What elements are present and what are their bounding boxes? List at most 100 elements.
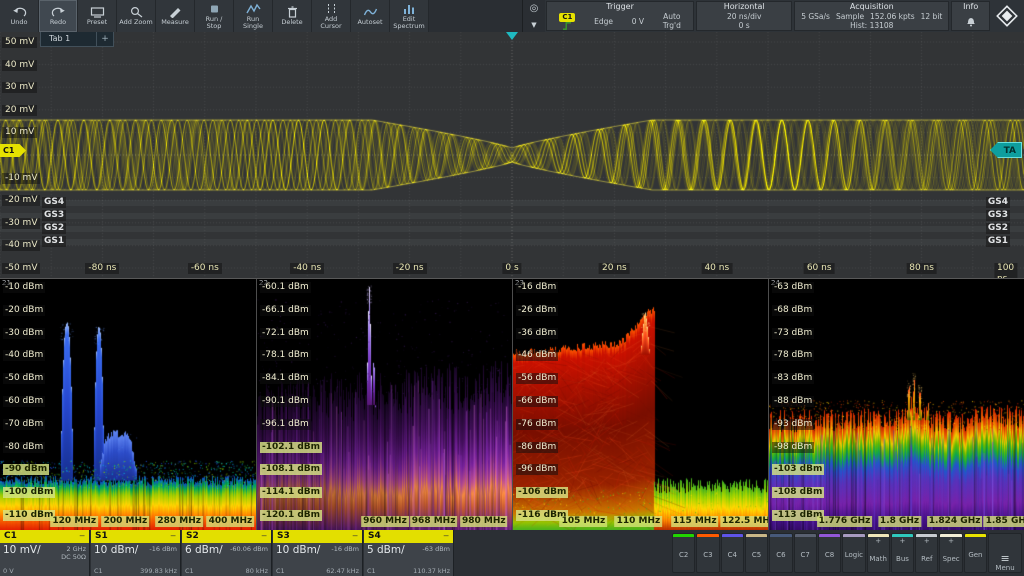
spectrum-y-label: -106 dBm xyxy=(516,487,568,498)
toolbar-button-edit-spectrum[interactable]: Edit Spectrum xyxy=(390,0,429,32)
toolbar-button-run-stop[interactable]: Run / Stop xyxy=(195,0,234,32)
minimize-icon[interactable]: ‒ xyxy=(170,530,176,543)
y-axis-label: 40 mV xyxy=(2,60,37,71)
toolbar-button-measure[interactable]: Measure xyxy=(156,0,195,32)
gate-label-gs4-right: GS4 xyxy=(986,197,1010,208)
channel-button-label: C6 xyxy=(776,537,785,572)
toolbar-button-autoset[interactable]: Autoset xyxy=(351,0,390,32)
spectrum-y-label: -78 dBm xyxy=(772,350,814,361)
spectrum-y-label: -110 dBm xyxy=(3,510,55,521)
spectrum-x-label: 1.85 GHz xyxy=(984,516,1024,527)
toolbar-button-delete[interactable]: Delete xyxy=(273,0,312,32)
toolbar-button-label: Autoset xyxy=(357,19,382,26)
channel-button-bus[interactable]: +Bus xyxy=(891,533,914,573)
signal-badge-info-line1: -16 dBm xyxy=(331,545,359,553)
toolbar-button-add-zoom[interactable]: Add Zoom xyxy=(117,0,156,32)
spectrum-y-label: -16 dBm xyxy=(516,282,558,293)
trigger-panel[interactable]: Trigger C1 Edge 0 V Auto Trg'd xyxy=(546,1,694,31)
y-axis-label: -20 mV xyxy=(2,195,40,206)
spectrum-panel-4[interactable]: 24-63 dBm-68 dBm-73 dBm-78 dBm-83 dBm-88… xyxy=(768,279,1024,531)
spectrum-panel-3[interactable]: 23-16 dBm-26 dBm-36 dBm-46 dBm-56 dBm-66… xyxy=(512,279,768,531)
info-panel[interactable]: Info xyxy=(951,1,990,31)
signal-badge-source: C1 xyxy=(185,567,194,575)
find-level-icon[interactable]: ◎ xyxy=(530,3,539,14)
channel-button-math[interactable]: +Math xyxy=(867,533,890,573)
gate-stripe xyxy=(0,226,1024,232)
spectrum-x-label: 960 MHz xyxy=(361,516,409,527)
channel-button-menu[interactable]: ≡Menu xyxy=(988,533,1022,573)
add-tab-button[interactable]: + xyxy=(97,32,114,47)
acquisition-panel[interactable]: Acquisition 5 GSa/s Sample 152.06 kpts 1… xyxy=(794,1,949,31)
channel-button-gen[interactable]: Gen xyxy=(964,533,987,573)
signal-badge-header: S1‒ xyxy=(91,530,180,543)
toolbar-button-label: Delete xyxy=(281,19,302,26)
acquisition-title: Acquisition xyxy=(795,2,948,12)
gate-label-gs3-right: GS3 xyxy=(986,210,1010,221)
trigger-expand-icon[interactable]: ▼ xyxy=(531,21,536,29)
channel-button-c5[interactable]: C5 xyxy=(745,533,768,573)
signal-badge-source: C1 xyxy=(276,567,285,575)
spectrum-panel-2[interactable]: 22-60.1 dBm-66.1 dBm-72.1 dBm-78.1 dBm-8… xyxy=(256,279,512,531)
signal-badge-c1[interactable]: C1‒10 mV/2 GHzDC 50Ω0 V xyxy=(0,530,90,576)
signal-badge-bottom: C1110.37 kHz xyxy=(367,567,450,575)
toolbar-button-run-single[interactable]: Run Single xyxy=(234,0,273,32)
channel-button-c3[interactable]: C3 xyxy=(696,533,719,573)
spectrum-icon xyxy=(402,3,417,15)
spectrum-y-label: -78.1 dBm xyxy=(260,350,311,361)
add-icon: + xyxy=(875,537,881,545)
add-icon: + xyxy=(924,537,930,545)
tab-1[interactable]: Tab 1 xyxy=(40,32,97,47)
gate-label-gs1: GS1 xyxy=(42,236,66,247)
signal-badge-source: 0 V xyxy=(3,567,14,575)
trigger-source-badge: C1 xyxy=(559,13,575,22)
channel-button-ref[interactable]: +Ref xyxy=(915,533,938,573)
minimize-icon[interactable]: ‒ xyxy=(261,530,267,543)
gate-label-gs4: GS4 xyxy=(42,197,66,208)
channel-button-c4[interactable]: C4 xyxy=(721,533,744,573)
trigger-position-marker[interactable] xyxy=(506,32,518,40)
spectrum-y-label: -84.1 dBm xyxy=(260,373,311,384)
x-axis-label: -60 ns xyxy=(188,263,222,274)
channel-button-logic[interactable]: Logic xyxy=(842,533,865,573)
toolbar-button-label: Redo xyxy=(50,19,66,26)
channel-button-c7[interactable]: C7 xyxy=(794,533,817,573)
spectrum-y-label: -40 dBm xyxy=(3,350,45,361)
x-axis-label: -80 ns xyxy=(85,263,119,274)
channel-button-c6[interactable]: C6 xyxy=(769,533,792,573)
spectrum-x-label: 200 MHz xyxy=(102,516,150,527)
toolbar-button-add-cursor[interactable]: Add Cursor xyxy=(312,0,351,32)
channel-button-c8[interactable]: C8 xyxy=(818,533,841,573)
spectrum-x-label: 115 MHz xyxy=(671,516,719,527)
signal-badge-s3[interactable]: S3‒10 dBm/-16 dBmC162.47 kHz xyxy=(273,530,363,576)
spectrum-panel-1[interactable]: 21-10 dBm-20 dBm-30 dBm-40 dBm-50 dBm-60… xyxy=(0,279,256,531)
signal-badge-bottom: 0 V xyxy=(3,567,86,575)
y-axis-label: -10 mV xyxy=(2,173,40,184)
minimize-icon[interactable]: ‒ xyxy=(352,530,358,543)
signal-badge-s2[interactable]: S2‒6 dBm/-60.06 dBmC180 kHz xyxy=(182,530,272,576)
signal-badge-s4[interactable]: S4‒5 dBm/-63 dBmC1110.37 kHz xyxy=(364,530,454,576)
trigger-find-column: ◎ ▼ xyxy=(522,0,545,32)
y-axis-label: 50 mV xyxy=(2,37,37,48)
minimize-icon[interactable]: ‒ xyxy=(443,530,449,543)
horizontal-position: 0 s xyxy=(739,21,750,30)
toolbar-button-redo[interactable]: Redo xyxy=(39,0,78,32)
signal-badge-s1[interactable]: S1‒10 dBm/-16 dBmC1399.83 kHz xyxy=(91,530,181,576)
y-axis-label: -40 mV xyxy=(2,240,40,251)
channel-button-spec[interactable]: +Spec xyxy=(939,533,962,573)
signal-badge-name: S2 xyxy=(186,530,199,543)
signal-badge-header: S3‒ xyxy=(273,530,362,543)
channel-button-c2[interactable]: C2 xyxy=(672,533,695,573)
signal-badge-rbw: 399.83 kHz xyxy=(140,567,177,575)
toolbar-buttons: Undo Redo PresetAdd ZoomMeasureRun / StopR… xyxy=(0,0,429,32)
toolbar-button-undo[interactable]: Undo xyxy=(0,0,39,32)
toolbar-button-label: Add Cursor xyxy=(320,16,341,30)
acquisition-points: 152.06 kpts xyxy=(870,12,915,21)
waveform-display[interactable]: Tab 1 + C1 TA 50 mV40 mV30 mV20 mV10 mV-… xyxy=(0,32,1024,278)
toolbar-button-preset[interactable]: Preset xyxy=(78,0,117,32)
minimize-icon[interactable]: ‒ xyxy=(79,530,85,543)
gate-stripe xyxy=(0,213,1024,219)
channel-button-label: C7 xyxy=(801,537,810,572)
gate-label-gs3: GS3 xyxy=(42,210,66,221)
horizontal-panel[interactable]: Horizontal 20 ns/div 0 s xyxy=(696,1,792,31)
spectrum-y-label: -60 dBm xyxy=(3,396,45,407)
